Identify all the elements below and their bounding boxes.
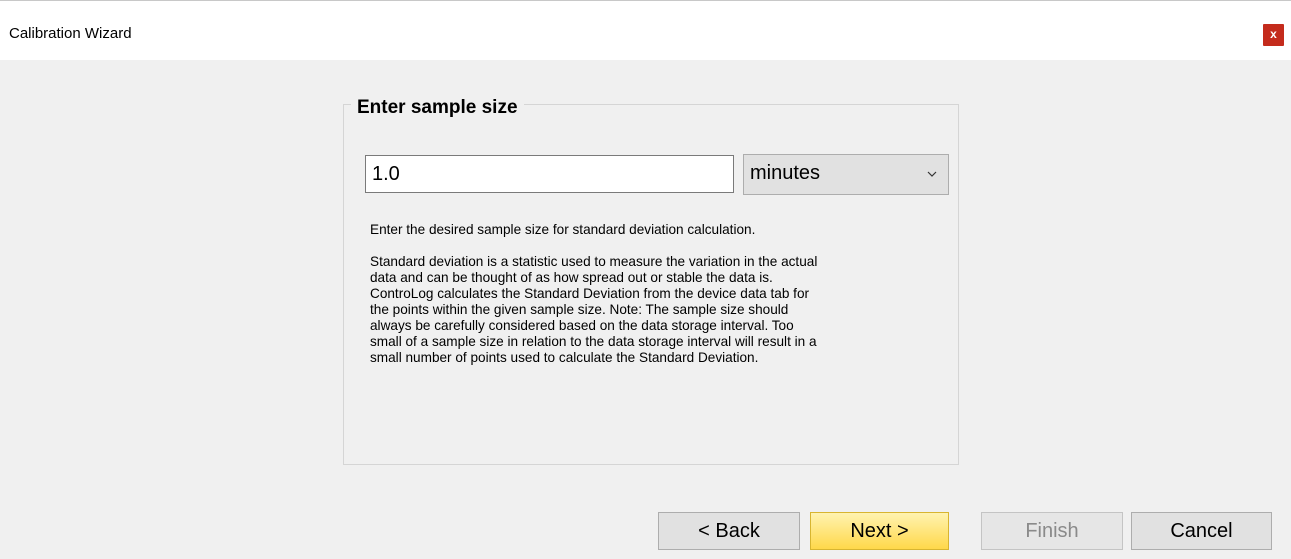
description-line: Standard deviation is a statistic used t…: [370, 254, 818, 269]
description-body: Standard deviation is a statistic used t…: [370, 254, 955, 366]
finish-button[interactable]: Finish: [981, 512, 1123, 550]
calibration-wizard-window: Calibration Wizard x Enter sample size m…: [0, 0, 1291, 559]
sample-size-group-title: Enter sample size: [351, 96, 524, 120]
sample-size-input[interactable]: [365, 155, 734, 193]
description-intro: Enter the desired sample size for standa…: [370, 222, 756, 237]
window-title: Calibration Wizard: [9, 25, 132, 42]
title-bar: Calibration Wizard x: [0, 0, 1291, 60]
description-line: always be carefully considered based on …: [370, 318, 794, 333]
close-icon: x: [1270, 27, 1277, 41]
chevron-down-icon: [927, 171, 937, 177]
description: Enter the desired sample size for standa…: [370, 222, 955, 366]
unit-dropdown[interactable]: minutes: [743, 154, 949, 195]
description-line: data and can be thought of as how spread…: [370, 270, 773, 285]
description-line: small of a sample size in relation to th…: [370, 334, 817, 349]
back-button[interactable]: < Back: [658, 512, 800, 550]
cancel-button[interactable]: Cancel: [1131, 512, 1272, 550]
description-line: small number of points used to calculate…: [370, 350, 759, 365]
description-line: the points within the given sample size.…: [370, 302, 789, 317]
close-button[interactable]: x: [1263, 24, 1284, 46]
next-button[interactable]: Next >: [810, 512, 949, 550]
description-line: ControLog calculates the Standard Deviat…: [370, 286, 810, 301]
unit-dropdown-value: minutes: [750, 162, 821, 184]
